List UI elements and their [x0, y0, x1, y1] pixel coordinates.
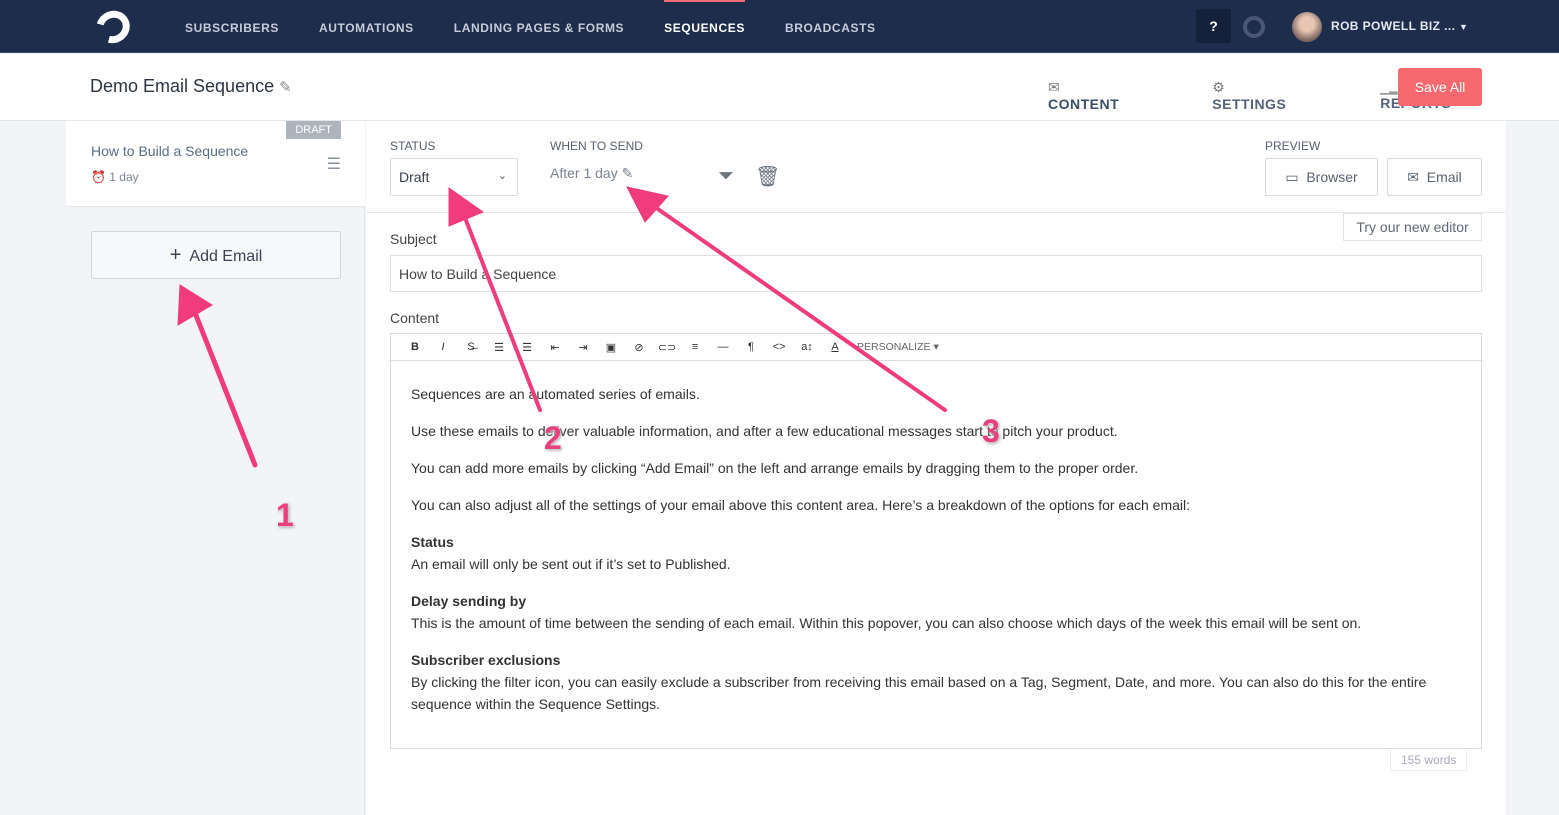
- annotation-arrows: [177, 186, 947, 468]
- annotation-label-3: 3: [982, 413, 1000, 449]
- annotation-label-2: 2: [544, 420, 562, 456]
- arrow-1: [187, 297, 258, 468]
- annotation-label-1: 1: [276, 497, 294, 533]
- arrowhead-3: [626, 186, 669, 223]
- arrow-2: [458, 203, 542, 412]
- arrow-3: [643, 198, 947, 412]
